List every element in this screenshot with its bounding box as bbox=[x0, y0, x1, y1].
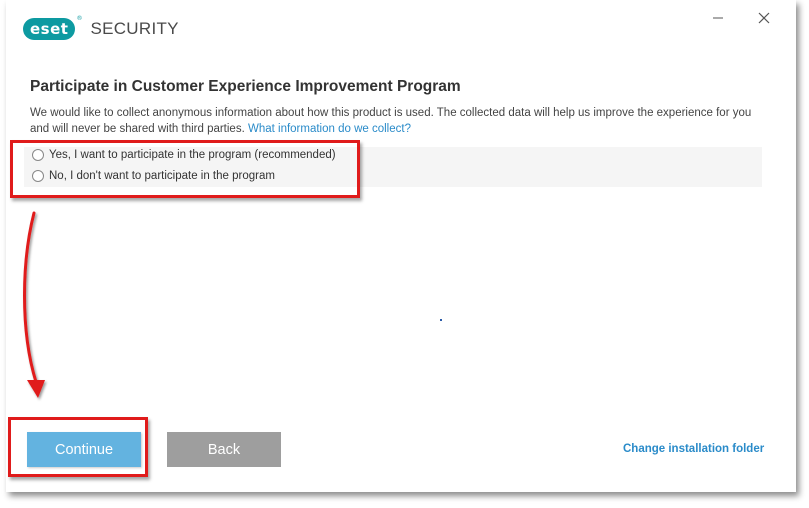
option-participate-no[interactable]: No, I don't want to participate in the p… bbox=[32, 170, 275, 182]
close-icon bbox=[758, 12, 770, 24]
stray-dot bbox=[440, 319, 442, 321]
info-link[interactable]: What information do we collect? bbox=[248, 123, 411, 135]
eset-logo: eset ® SECURITY bbox=[23, 15, 179, 41]
description: We would like to collect anonymous infor… bbox=[30, 105, 765, 137]
back-button[interactable]: Back bbox=[167, 432, 281, 467]
option-participate-yes[interactable]: Yes, I want to participate in the progra… bbox=[32, 149, 336, 161]
close-button[interactable] bbox=[749, 6, 779, 30]
participation-options: Yes, I want to participate in the progra… bbox=[24, 147, 762, 187]
continue-button[interactable]: Continue bbox=[27, 432, 141, 467]
minimize-button[interactable] bbox=[703, 6, 733, 30]
screen: eset ® SECURITY Participate in Customer … bbox=[0, 0, 809, 508]
product-name: SECURITY bbox=[90, 19, 179, 38]
installer-window: eset ® SECURITY Participate in Customer … bbox=[6, 0, 796, 492]
option-label-yes: Yes, I want to participate in the progra… bbox=[49, 149, 336, 161]
radio-yes[interactable] bbox=[32, 149, 44, 161]
minimize-icon bbox=[713, 17, 723, 19]
logo-registered-mark: ® bbox=[76, 15, 83, 22]
radio-no[interactable] bbox=[32, 170, 44, 182]
logo-badge: eset bbox=[23, 18, 76, 40]
option-label-no: No, I don't want to participate in the p… bbox=[49, 170, 275, 182]
change-installation-folder-link[interactable]: Change installation folder bbox=[623, 443, 764, 455]
page-title: Participate in Customer Experience Impro… bbox=[30, 78, 461, 95]
